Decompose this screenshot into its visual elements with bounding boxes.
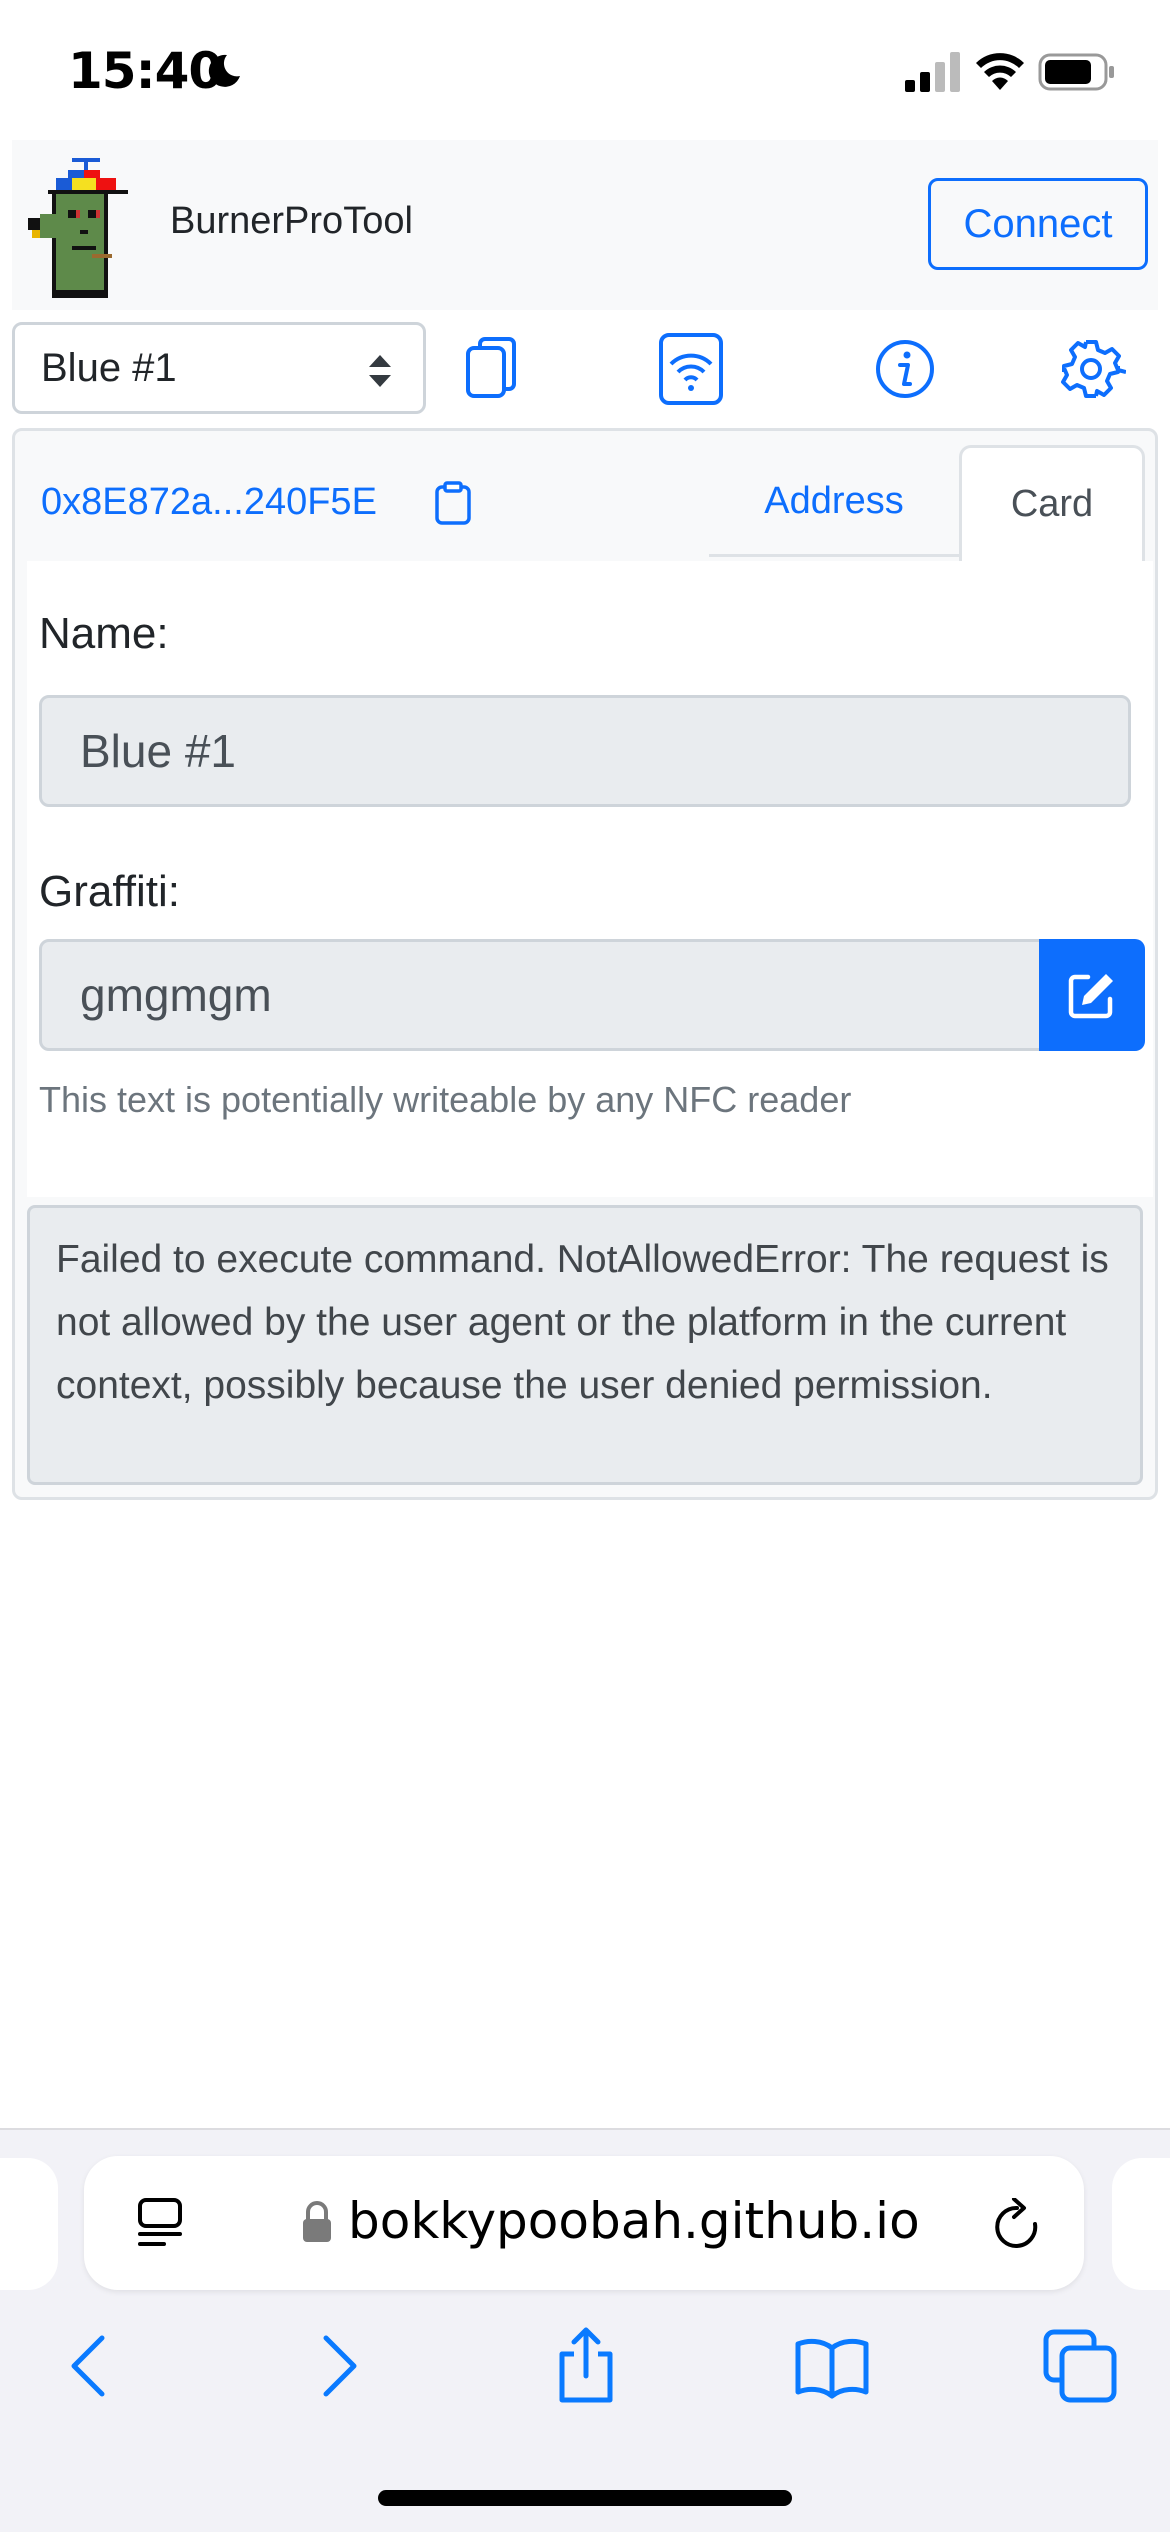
browser-toolbar: bokkypoobah.github.io <box>0 2128 1170 2532</box>
nfc-scan-icon[interactable] <box>658 332 724 406</box>
reader-icon[interactable] <box>134 2196 186 2252</box>
name-label: Name: <box>39 609 169 658</box>
card-tab-body: Name: Blue #1 Graffiti: gmgmgm This text… <box>27 561 1153 1197</box>
tabs-icon[interactable] <box>1040 2326 1120 2406</box>
edit-icon <box>1068 974 1113 1019</box>
card-select-value: Blue #1 <box>41 345 177 390</box>
forward-icon[interactable] <box>300 2326 380 2406</box>
lock-icon <box>303 2201 331 2242</box>
tab-card[interactable]: Card <box>959 445 1145 561</box>
brand-name[interactable]: BurnerProTool <box>170 200 413 243</box>
cellular-signal-icon <box>905 52 960 92</box>
graffiti-help-text: This text is potentially writeable by an… <box>39 1079 852 1120</box>
error-alert: Failed to execute command. NotAllowedErr… <box>27 1205 1143 1485</box>
navbar: BurnerProTool Connect <box>12 140 1158 310</box>
graffiti-label: Graffiti: <box>39 867 181 916</box>
graffiti-field[interactable]: gmgmgm <box>39 939 1043 1051</box>
info-icon[interactable] <box>870 334 940 404</box>
status-time: 15:40 <box>68 42 223 100</box>
next-tab-pill[interactable] <box>1112 2158 1170 2290</box>
edit-graffiti-button[interactable] <box>1039 939 1145 1051</box>
status-bar: 15:40 <box>0 0 1170 140</box>
moon-icon <box>208 54 240 87</box>
address-bar[interactable]: bokkypoobah.github.io <box>84 2156 1084 2290</box>
share-icon[interactable] <box>546 2326 626 2406</box>
bookmarks-icon[interactable] <box>792 2326 872 2406</box>
connect-button[interactable]: Connect <box>928 178 1148 270</box>
home-indicator[interactable] <box>378 2490 792 2506</box>
punk-logo-icon[interactable] <box>28 158 144 298</box>
clipboard-icon[interactable] <box>433 481 473 525</box>
gear-icon[interactable] <box>1056 334 1126 404</box>
wifi-icon <box>976 53 1024 90</box>
select-arrows-icon <box>369 355 391 387</box>
previous-tab-pill[interactable] <box>0 2158 58 2290</box>
tab-address[interactable]: Address <box>709 449 959 557</box>
reload-icon[interactable] <box>992 2198 1042 2252</box>
name-field[interactable]: Blue #1 <box>39 695 1131 807</box>
copy-cards-icon[interactable] <box>456 334 526 404</box>
battery-icon <box>1038 53 1114 91</box>
url-text: bokkypoobah.github.io <box>348 2192 920 2250</box>
address-header: 0x8E872a...240F5E Address Card <box>15 431 1155 561</box>
address-link[interactable]: 0x8E872a...240F5E <box>41 481 377 524</box>
back-icon[interactable] <box>48 2326 128 2406</box>
card-panel: 0x8E872a...240F5E Address Card Name: Blu… <box>12 428 1158 1500</box>
card-select[interactable]: Blue #1 <box>12 322 426 414</box>
